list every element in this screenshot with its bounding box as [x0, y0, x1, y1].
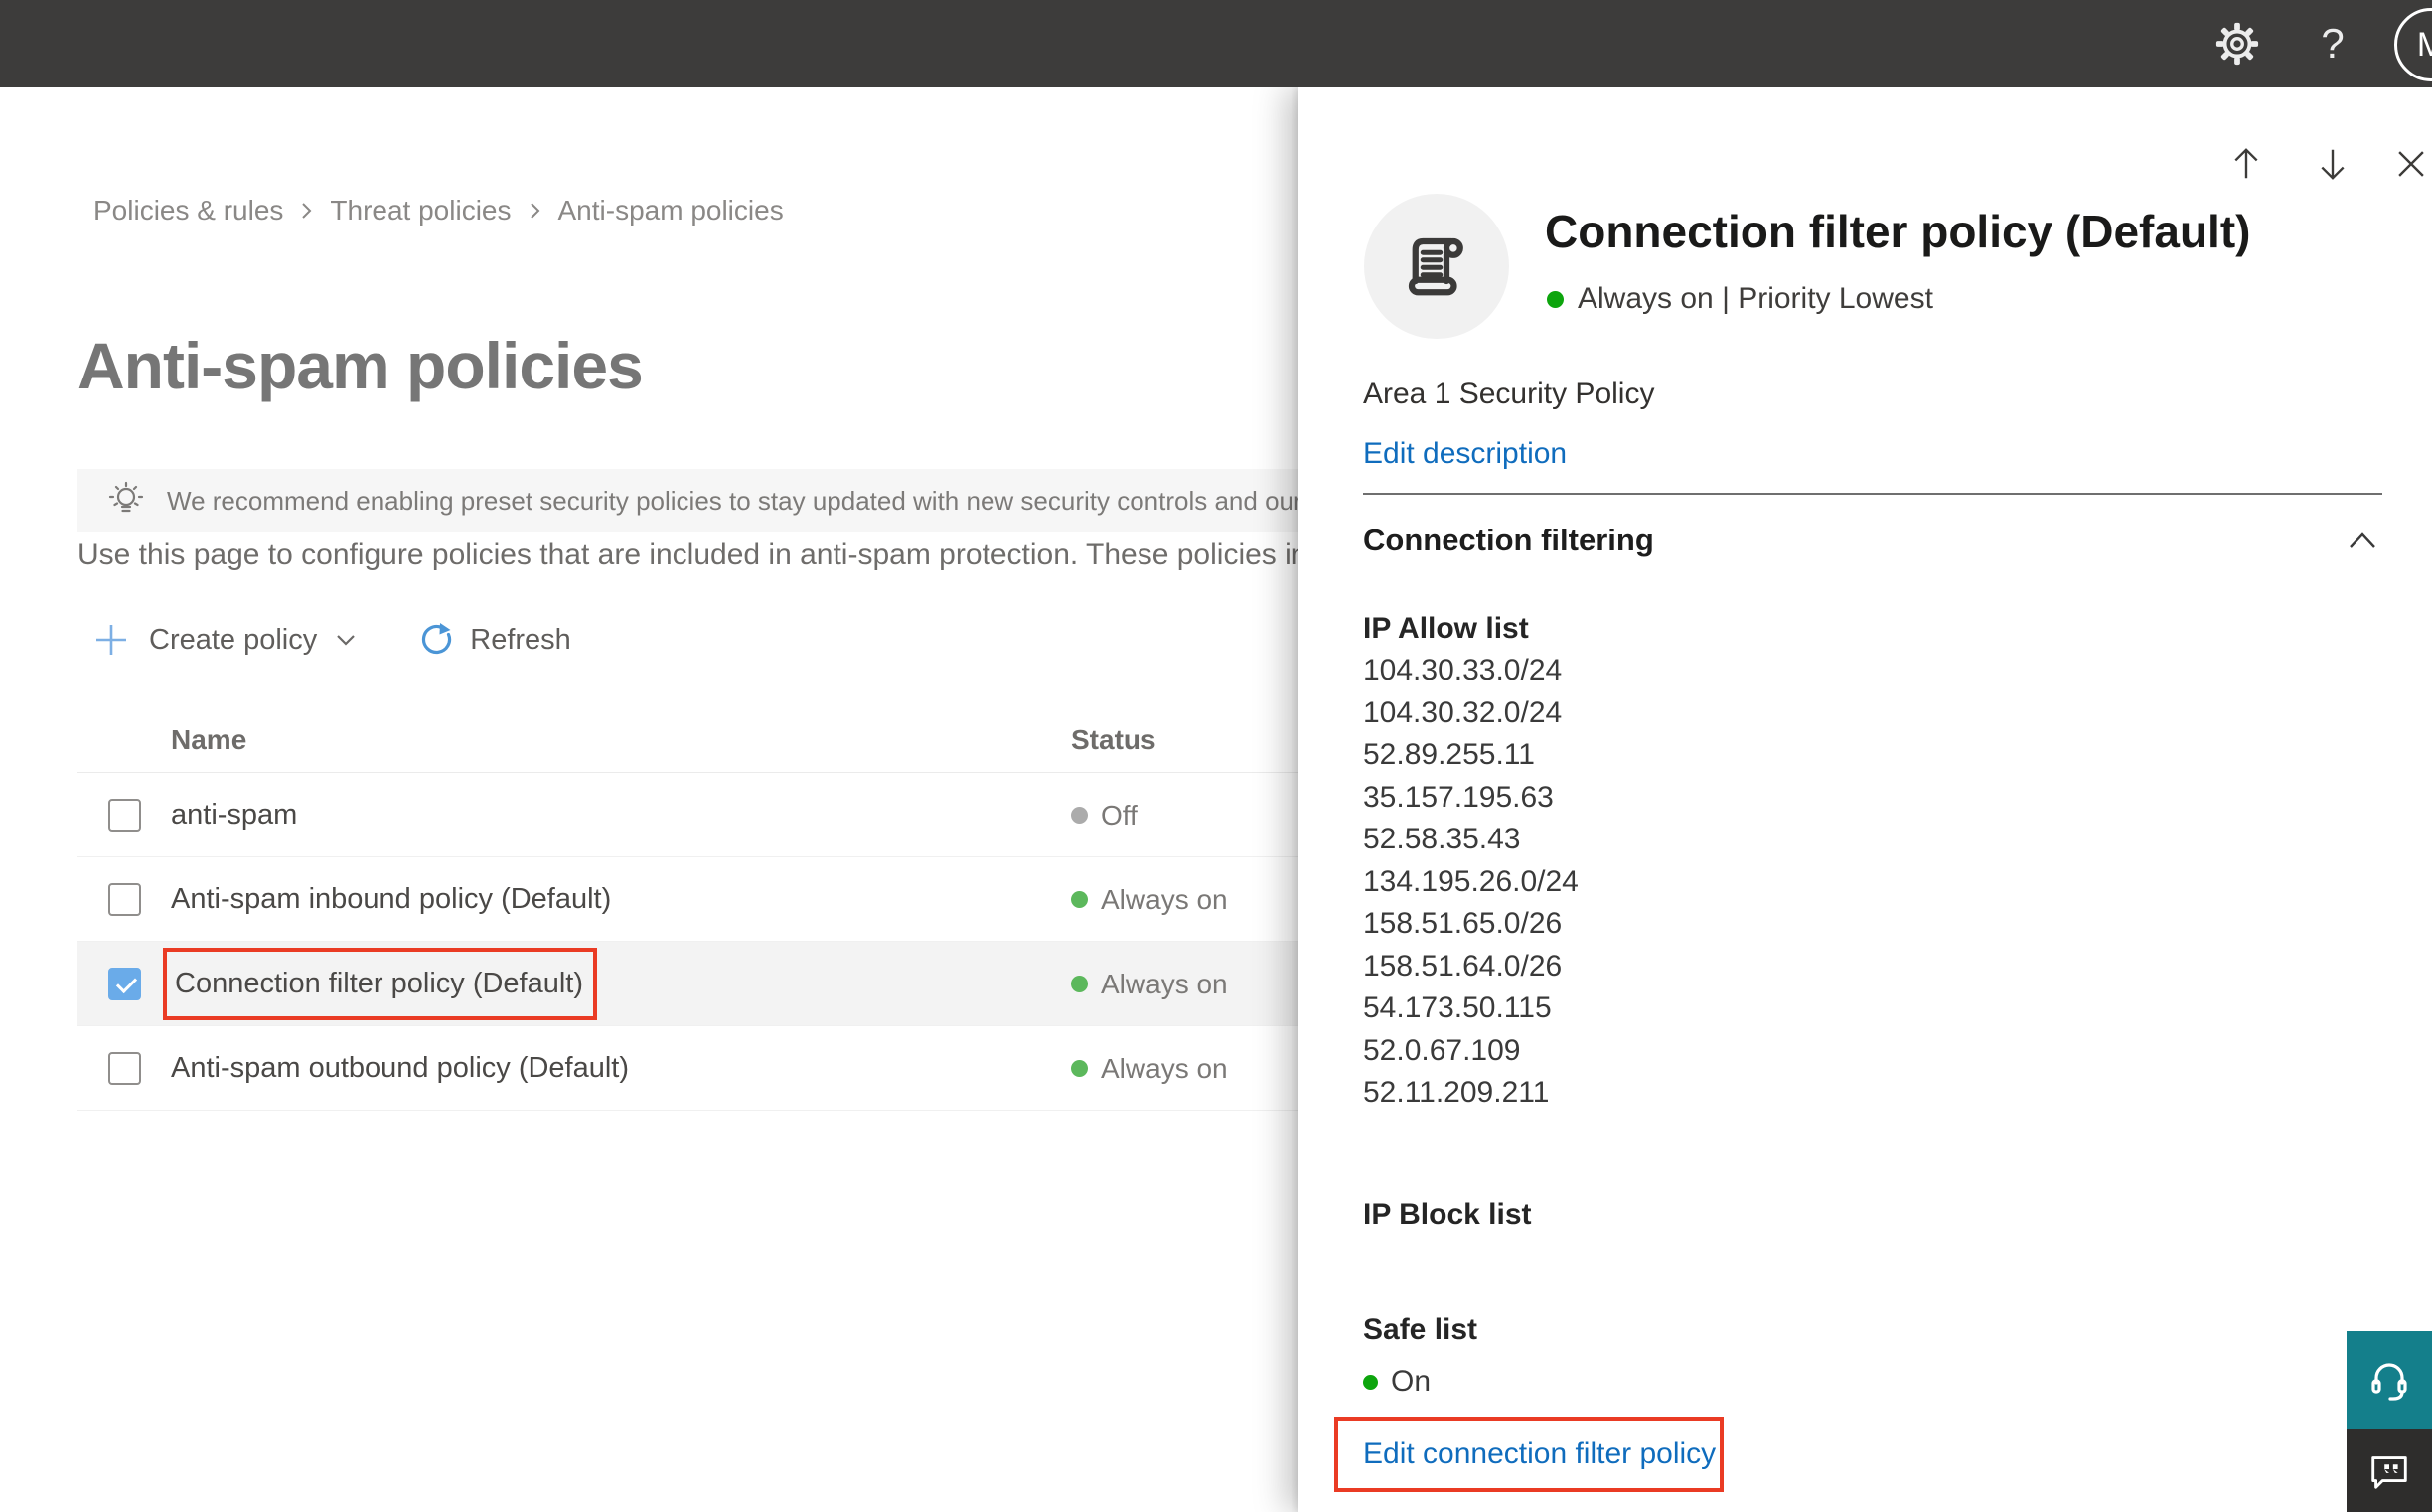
ip-entry: 158.51.64.0/26 — [1363, 949, 1563, 983]
ip-entry: 52.11.209.211 — [1363, 1076, 1550, 1109]
ip-entry: 52.89.255.11 — [1363, 738, 1535, 771]
policy-details-flyout: Connection filter policy (Default) Alway… — [1298, 87, 2432, 1512]
policy-name: Anti-spam outbound policy (Default) — [171, 1052, 630, 1084]
row-checkbox-checked[interactable] — [108, 968, 141, 1000]
ip-entry: 158.51.65.0/26 — [1363, 907, 1563, 940]
status-cell: Always on — [1071, 857, 1228, 942]
safe-list-heading: Safe list — [1363, 1313, 1478, 1346]
edit-connection-filter-policy-link[interactable]: Edit connection filter policy — [1363, 1437, 1716, 1471]
help-icon[interactable]: ? — [2303, 0, 2362, 87]
status-label: Always on — [1101, 883, 1228, 915]
column-header-status[interactable]: Status — [1071, 724, 1156, 756]
breadcrumb-threat-policies[interactable]: Threat policies — [330, 195, 511, 227]
status-dot-on — [1071, 1060, 1088, 1077]
table-row-anti-spam[interactable]: anti-spam Off — [77, 773, 1309, 857]
create-policy-button[interactable]: Create policy — [93, 622, 357, 658]
status-cell: Off — [1071, 773, 1138, 857]
breadcrumb: Policies & rules Threat policies Anti-sp… — [93, 195, 784, 227]
table-row-connection-filter-policy[interactable]: Connection filter policy (Default) Alway… — [77, 942, 1309, 1026]
account-avatar[interactable]: M — [2394, 8, 2432, 81]
safe-list-status: On — [1363, 1365, 1431, 1399]
page-title: Anti-spam policies — [77, 329, 644, 402]
status-label: Always on — [1101, 968, 1228, 999]
support-button[interactable] — [2347, 1331, 2432, 1429]
row-checkbox[interactable] — [108, 799, 141, 832]
status-label: Always on — [1101, 1052, 1228, 1084]
close-icon — [2398, 151, 2424, 177]
chevron-right-icon — [302, 203, 312, 219]
refresh-icon — [422, 623, 452, 655]
ip-entry: 52.0.67.109 — [1363, 1033, 1521, 1067]
refresh-button[interactable]: Refresh — [418, 622, 571, 658]
edit-description-link[interactable]: Edit description — [1363, 437, 1567, 471]
ip-entry: 54.173.50.115 — [1363, 991, 1552, 1024]
status-dot-on — [1071, 891, 1088, 908]
policy-name: anti-spam — [171, 799, 298, 831]
chevron-down-icon — [337, 635, 356, 646]
close-flyout-button[interactable] — [2392, 145, 2430, 183]
status-dot-on — [1547, 290, 1564, 308]
edit-policy-highlight-box: Edit connection filter policy — [1334, 1417, 1724, 1492]
row-checkbox[interactable] — [108, 1052, 141, 1085]
previous-item-button[interactable] — [2227, 145, 2265, 183]
status-text: Always on | Priority Lowest — [1578, 282, 1933, 315]
table-row-outbound-policy[interactable]: Anti-spam outbound policy (Default) Alwa… — [77, 1026, 1309, 1111]
ip-block-list-heading: IP Block list — [1363, 1198, 1532, 1231]
status-dot-off — [1071, 807, 1088, 824]
ip-allow-list-heading: IP Allow list — [1363, 612, 1529, 645]
divider — [1363, 493, 2382, 495]
ip-entry: 104.30.32.0/24 — [1363, 695, 1563, 729]
policy-name-highlighted: Connection filter policy (Default) — [163, 948, 597, 1020]
row-checkbox[interactable] — [108, 883, 141, 916]
policies-table: Name Status anti-spam Off Anti-spam inbo… — [77, 695, 1309, 1111]
flyout-status: Always on | Priority Lowest — [1547, 282, 1933, 316]
refresh-label: Refresh — [470, 623, 571, 656]
safe-list-status-label: On — [1391, 1365, 1432, 1398]
arrow-up-icon — [2234, 148, 2258, 179]
policy-icon-circle — [1364, 194, 1509, 339]
policy-name: Connection filter policy (Default) — [175, 968, 584, 999]
table-header-row: Name Status — [77, 695, 1309, 773]
arrow-down-icon — [2321, 149, 2345, 180]
chevron-right-icon — [530, 203, 539, 219]
flyout-title: Connection filter policy (Default) — [1545, 206, 2251, 257]
ip-entry: 104.30.33.0/24 — [1363, 654, 1563, 686]
top-app-bar: ? M — [0, 0, 2432, 87]
status-cell: Always on — [1071, 942, 1228, 1026]
lightbulb-icon — [108, 481, 144, 513]
ip-entry: 134.195.26.0/24 — [1363, 864, 1579, 898]
next-item-button[interactable] — [2314, 145, 2352, 183]
question-mark-glyph: ? — [2321, 20, 2345, 67]
scroll-policy-icon — [1408, 237, 1463, 296]
policy-description: Area 1 Security Policy — [1363, 378, 1655, 410]
ip-entry: 52.58.35.43 — [1363, 823, 1521, 855]
status-dot-on — [1363, 1374, 1378, 1390]
breadcrumb-anti-spam-policies[interactable]: Anti-spam policies — [558, 195, 784, 227]
feedback-bubble-icon — [2371, 1456, 2407, 1489]
breadcrumb-policies-rules[interactable]: Policies & rules — [93, 195, 283, 227]
ip-allow-list: 104.30.33.0/24 104.30.32.0/24 52.89.255.… — [1363, 650, 1579, 1115]
headset-icon — [2371, 1363, 2407, 1401]
chevron-up-icon — [2350, 532, 2375, 548]
policy-name: Anti-spam inbound policy (Default) — [171, 883, 612, 915]
avatar-initial: M — [2416, 25, 2432, 64]
column-header-name[interactable]: Name — [171, 724, 246, 756]
feedback-button[interactable] — [2347, 1429, 2432, 1512]
status-cell: Always on — [1071, 1026, 1228, 1111]
banner-text: We recommend enabling preset security po… — [167, 485, 1418, 516]
table-row-inbound-policy[interactable]: Anti-spam inbound policy (Default) Alway… — [77, 857, 1309, 942]
ip-entry: 35.157.195.63 — [1363, 780, 1554, 814]
status-label: Off — [1101, 799, 1138, 831]
command-bar: Create policy Refresh — [93, 614, 571, 666]
connection-filtering-section-header[interactable]: Connection filtering — [1363, 523, 2382, 558]
create-policy-label: Create policy — [149, 623, 318, 656]
settings-gear-icon[interactable] — [2207, 0, 2267, 87]
plus-icon — [96, 625, 126, 655]
gear-icon — [2215, 22, 2259, 66]
section-heading: Connection filtering — [1363, 523, 1654, 557]
status-dot-on — [1071, 976, 1088, 992]
